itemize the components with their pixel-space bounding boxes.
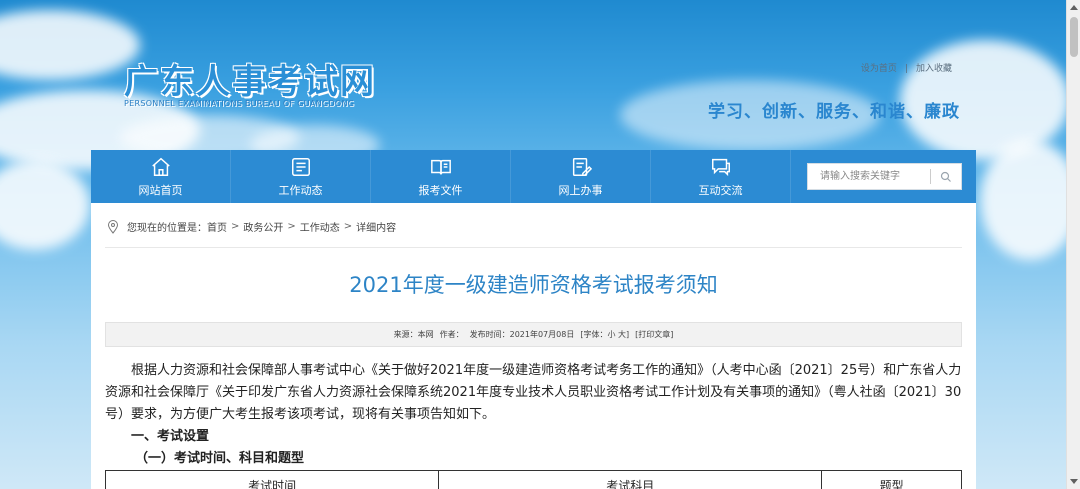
vertical-scrollbar[interactable] <box>1066 0 1080 489</box>
search-icon <box>940 171 951 182</box>
scroll-up-arrow-icon[interactable] <box>1070 5 1078 10</box>
nav-item-label: 互动交流 <box>698 183 743 197</box>
site-header: 广东人事考试网 PERSONNEL EXAMINATIONS BUREAU OF… <box>0 0 1066 150</box>
article-title: 2021年度一级建造师资格考试报考须知 <box>349 273 718 297</box>
breadcrumb-item-detail: 详细内容 <box>356 223 397 234</box>
set-home-link[interactable]: 设为首页 <box>861 64 897 74</box>
background-cloud <box>0 160 90 250</box>
search-box <box>807 163 962 190</box>
nav-item-label: 报考文件 <box>418 183 463 197</box>
nav-item-label: 网上办事 <box>558 183 603 197</box>
book-icon <box>430 159 451 174</box>
breadcrumb-item-public-affairs[interactable]: 政务公开 <box>243 219 283 234</box>
scrollbar-thumb[interactable] <box>1070 17 1078 57</box>
news-icon <box>291 157 310 176</box>
meta-published: 发布时间：2021年07月08日 <box>469 330 575 339</box>
font-size-control[interactable]: [字体：小 大] <box>580 329 629 340</box>
nav-item-home[interactable]: 网站首页 <box>91 150 231 203</box>
table-header-cell: 考试时间 <box>106 471 440 489</box>
nav-item-online-service[interactable]: 网上办事 <box>511 150 651 203</box>
add-favorite-link[interactable]: 加入收藏 <box>916 64 952 74</box>
search-input[interactable] <box>808 164 930 189</box>
meta-author: 作者： <box>439 330 464 339</box>
breadcrumb-prefix: 您现在的位置是： <box>127 223 207 234</box>
breadcrumb-separator: > <box>231 221 240 232</box>
nav-item-interaction[interactable]: 互动交流 <box>651 150 791 203</box>
site-logo-title[interactable]: 广东人事考试网 <box>124 54 376 103</box>
top-links: 设为首页 | 加入收藏 <box>857 61 956 74</box>
location-pin-icon <box>107 219 119 234</box>
main-nav: 网站首页 工作动态 报考文件 网上办事 互动交流 <box>91 150 976 203</box>
edit-document-icon <box>572 157 592 176</box>
article-panel: 您现在的位置是： 首页 > 政务公开 > 工作动态 > 详细内容 2021年度一… <box>91 203 976 489</box>
print-article-link[interactable]: [打印文章] <box>635 329 673 340</box>
meta-source: 来源：本网 <box>393 330 434 339</box>
article-meta: 来源：本网 作者： 发布时间：2021年07月08日 [字体：小 大] [打印文… <box>105 322 962 347</box>
link-separator: | <box>904 64 908 74</box>
table-header-cell: 考试科目 <box>439 471 823 489</box>
exam-schedule-table: 考试时间 考试科目 题型 <box>105 470 962 489</box>
home-icon <box>151 157 170 176</box>
nav-item-news[interactable]: 工作动态 <box>231 150 371 203</box>
nav-item-documents[interactable]: 报考文件 <box>371 150 511 203</box>
chat-icon <box>711 158 730 176</box>
subsection-heading: （一）考试时间、科目和题型 <box>135 451 305 466</box>
search-button[interactable] <box>931 164 961 189</box>
table-header-cell: 题型 <box>879 479 904 489</box>
breadcrumb-item-home[interactable]: 首页 <box>207 219 227 234</box>
nav-item-label: 网站首页 <box>138 183 183 197</box>
breadcrumb-separator: > <box>287 221 296 232</box>
scroll-down-arrow-icon[interactable] <box>1070 479 1078 484</box>
article-paragraph: 根据人力资源和社会保障部人事考试中心《关于做好2021年度一级建造师资格考试考务… <box>105 363 962 422</box>
section-heading: 一、考试设置 <box>131 429 210 444</box>
background-cloud <box>980 140 1080 260</box>
site-slogan: 学习、创新、服务、和谐、廉政 <box>708 102 960 122</box>
site-logo-subtitle: PERSONNEL EXAMINATIONS BUREAU OF GUANGDO… <box>124 99 355 108</box>
breadcrumb-divider <box>105 247 962 248</box>
breadcrumb-separator: > <box>343 221 353 232</box>
nav-item-label: 工作动态 <box>278 183 323 197</box>
article-body: 根据人力资源和社会保障部人事考试中心《关于做好2021年度一级建造师资格考试考务… <box>105 360 962 470</box>
breadcrumb-item-work-news[interactable]: 工作动态 <box>300 219 340 234</box>
breadcrumb: 您现在的位置是： 首页 > 政务公开 > 工作动态 > 详细内容 <box>107 219 396 234</box>
